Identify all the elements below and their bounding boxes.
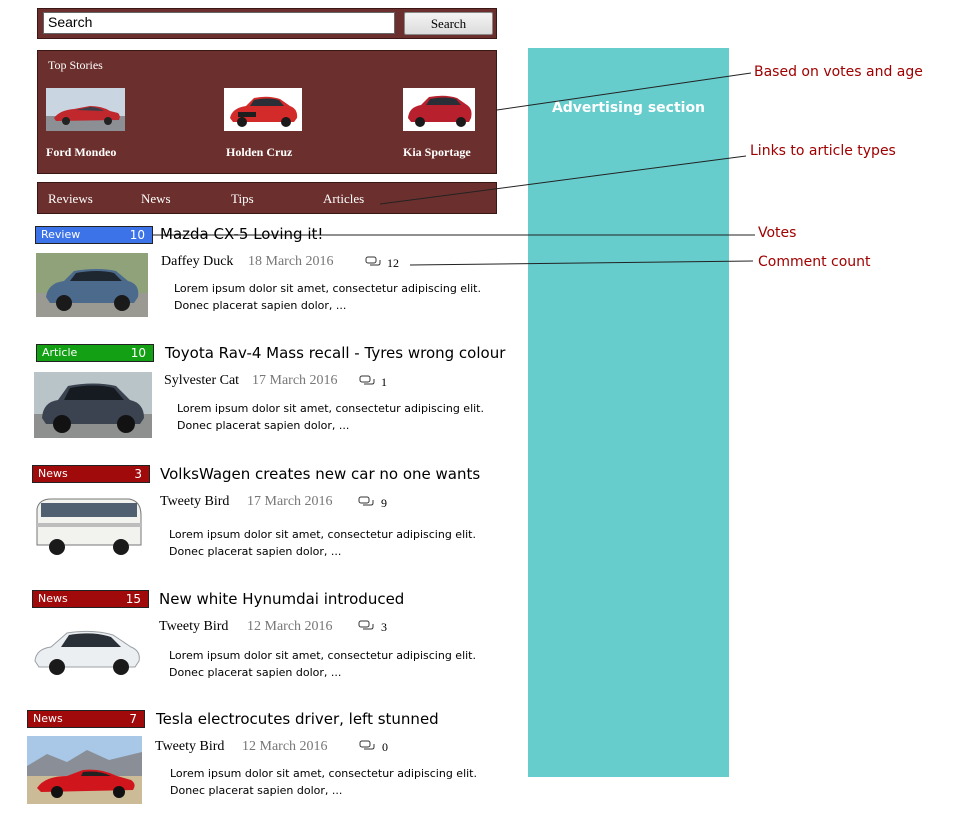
article-excerpt: Lorem ipsum dolor sit amet, consectetur … [169, 526, 499, 560]
comment-icon[interactable] [358, 620, 374, 632]
excerpt-line: Lorem ipsum dolor sit amet, consectetur … [170, 767, 477, 780]
article-author[interactable]: Tweety Bird [155, 739, 224, 755]
comment-icon[interactable] [358, 496, 374, 508]
article-title[interactable]: New white Hynumdai introduced [159, 590, 404, 608]
article-image[interactable] [36, 253, 148, 317]
annotation-votes-age: Based on votes and age [754, 64, 923, 80]
vote-count: 7 [129, 712, 137, 726]
article-type-badge[interactable]: News 7 [27, 710, 145, 728]
article-author[interactable]: Sylvester Cat [164, 373, 239, 389]
article-excerpt: Lorem ipsum dolor sit amet, consectetur … [169, 647, 499, 681]
article-type-badge[interactable]: News 3 [32, 465, 150, 483]
article-excerpt: Lorem ipsum dolor sit amet, consectetur … [177, 400, 507, 434]
vote-count: 15 [125, 592, 141, 606]
comment-count: 1 [381, 375, 387, 389]
excerpt-line: Donec placerat sapien dolor, ... [169, 545, 342, 558]
annotation-links: Links to article types [750, 143, 896, 159]
comment-count: 9 [381, 496, 387, 510]
excerpt-line: Lorem ipsum dolor sit amet, consectetur … [169, 528, 476, 541]
article-title[interactable]: Mazda CX-5 Loving it! [160, 225, 323, 243]
excerpt-line: Donec placerat sapien dolor, ... [169, 666, 342, 679]
article-title[interactable]: Toyota Rav-4 Mass recall - Tyres wrong c… [165, 344, 505, 362]
excerpt-line: Lorem ipsum dolor sit amet, consectetur … [174, 282, 481, 295]
article-date: 18 March 2016 [248, 254, 334, 269]
article-title[interactable]: VolksWagen creates new car no one wants [160, 465, 480, 483]
comment-count: 0 [382, 740, 388, 754]
article-date: 12 March 2016 [242, 739, 328, 754]
article-type: News [38, 592, 68, 605]
article-image[interactable] [34, 372, 152, 438]
comment-count: 3 [381, 620, 387, 634]
excerpt-line: Lorem ipsum dolor sit amet, consectetur … [169, 649, 476, 662]
article-excerpt: Lorem ipsum dolor sit amet, consectetur … [174, 280, 504, 314]
article-type: News [33, 712, 63, 725]
article-type-badge[interactable]: Review 10 [35, 226, 153, 244]
excerpt-line: Donec placerat sapien dolor, ... [174, 299, 347, 312]
vote-count: 10 [129, 228, 145, 242]
article-image[interactable] [31, 493, 146, 561]
article-type: Review [41, 228, 81, 241]
excerpt-line: Donec placerat sapien dolor, ... [177, 419, 350, 432]
article-date: 17 March 2016 [247, 494, 333, 509]
article-author[interactable]: Tweety Bird [159, 619, 228, 635]
article-image[interactable] [31, 617, 144, 679]
annotation-votes: Votes [758, 225, 797, 241]
article-date: 17 March 2016 [252, 373, 338, 388]
article-type-badge[interactable]: News 15 [32, 590, 149, 608]
vote-count: 3 [134, 467, 142, 481]
article-image[interactable] [27, 736, 142, 804]
vote-count: 10 [130, 346, 146, 360]
comment-icon[interactable] [359, 740, 375, 752]
article-title[interactable]: Tesla electrocutes driver, left stunned [156, 710, 439, 728]
article-type: Article [42, 346, 78, 359]
article-date: 12 March 2016 [247, 619, 333, 634]
article-author[interactable]: Tweety Bird [160, 494, 229, 510]
article-excerpt: Lorem ipsum dolor sit amet, consectetur … [170, 765, 500, 799]
article-type-badge[interactable]: Article 10 [36, 344, 154, 362]
annotation-comment-count: Comment count [758, 254, 871, 270]
comment-count: 12 [387, 256, 399, 270]
comment-icon[interactable] [365, 256, 381, 268]
article-type: News [38, 467, 68, 480]
excerpt-line: Lorem ipsum dolor sit amet, consectetur … [177, 402, 484, 415]
excerpt-line: Donec placerat sapien dolor, ... [170, 784, 343, 797]
article-author[interactable]: Daffey Duck [161, 254, 233, 270]
comment-icon[interactable] [359, 375, 375, 387]
